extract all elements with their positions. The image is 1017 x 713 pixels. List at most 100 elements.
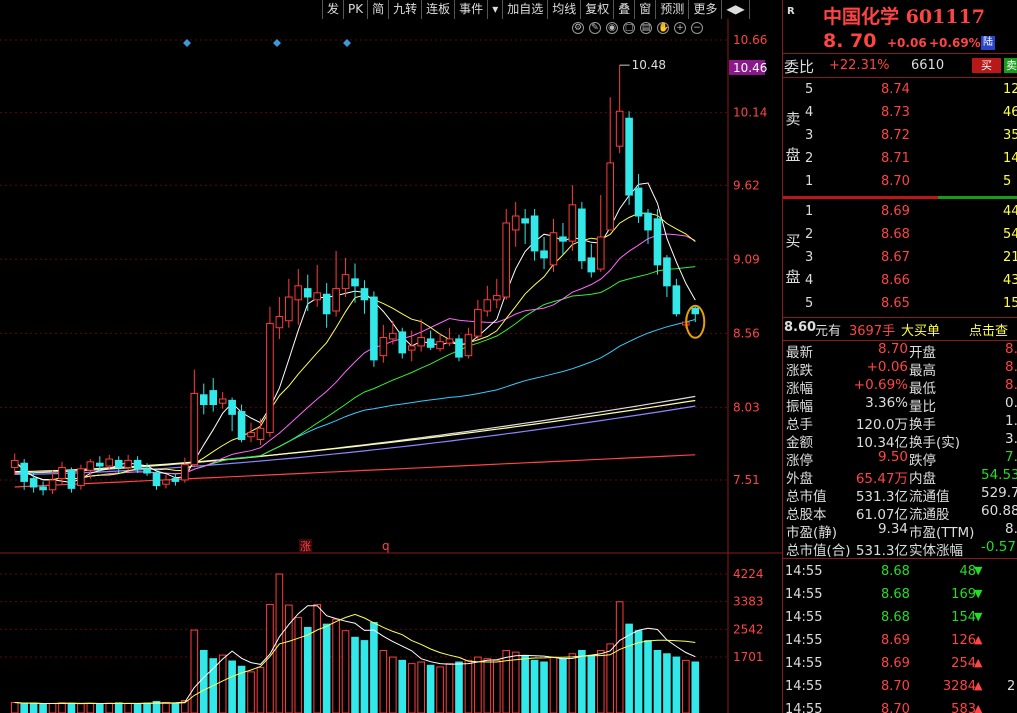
candle-body[interactable] — [303, 288, 312, 298]
pen-icon[interactable]: ✎ — [589, 22, 601, 34]
candle-body[interactable] — [10, 459, 19, 468]
candle-body[interactable] — [455, 338, 463, 358]
big-order-link[interactable]: 点击查 — [969, 320, 1008, 339]
toolbar-item[interactable]: ▾ — [487, 0, 502, 19]
candle-body[interactable] — [483, 299, 492, 312]
candle-body[interactable] — [114, 459, 123, 468]
bag-icon[interactable]: ▢ — [623, 22, 635, 34]
candle-body[interactable] — [29, 478, 38, 488]
candle-body[interactable] — [672, 285, 681, 315]
candle-body[interactable] — [398, 331, 407, 354]
exchange-badge[interactable]: 陆 — [981, 36, 995, 50]
zoom-out-icon[interactable]: − — [691, 22, 703, 34]
candle-body[interactable] — [218, 398, 227, 404]
toolbar-item[interactable]: 窗 — [634, 0, 655, 19]
candle-body[interactable] — [247, 432, 255, 438]
candle-body[interactable] — [124, 459, 132, 468]
candle-body[interactable] — [152, 472, 161, 487]
candle-body[interactable] — [578, 208, 586, 262]
candle-body[interactable] — [181, 464, 189, 481]
candle-body[interactable] — [58, 466, 66, 480]
toolbar-item[interactable]: PK — [343, 0, 367, 19]
calendar-icon[interactable]: ▤ — [640, 22, 652, 34]
candle-body[interactable] — [426, 338, 435, 348]
kline-chart-area[interactable]: 10.66 10.46 10.14 9.62 9.09 8.56 8.03 7.51 4224 3… — [0, 0, 782, 713]
candle-body[interactable] — [20, 462, 28, 482]
eye-icon[interactable]: ◉ — [606, 22, 618, 34]
toolbar-item[interactable]: 叠 — [613, 0, 634, 19]
candle-body[interactable] — [568, 204, 577, 242]
candle-body[interactable] — [559, 236, 567, 242]
zoom-in-icon[interactable]: + — [674, 22, 686, 34]
candle-body[interactable] — [322, 293, 331, 315]
candle-body[interactable] — [691, 307, 700, 315]
candle-body[interactable] — [199, 394, 208, 406]
candle-body[interactable] — [341, 274, 350, 290]
candle-body[interactable] — [445, 338, 454, 344]
candle-body[interactable] — [351, 278, 359, 287]
candle-body[interactable] — [389, 332, 397, 340]
candle-body[interactable] — [171, 478, 180, 482]
candle-body[interactable] — [492, 295, 501, 301]
candle-body[interactable] — [294, 285, 303, 301]
candle-body[interactable] — [266, 323, 274, 434]
candle-body[interactable] — [663, 257, 671, 287]
candle-body[interactable] — [530, 215, 539, 252]
candle-body[interactable] — [634, 187, 643, 217]
candle-body[interactable] — [209, 390, 218, 406]
toolbar-item[interactable]: ◀▶ — [721, 0, 750, 19]
candle-body[interactable] — [77, 468, 85, 487]
buy-button[interactable]: 买 — [972, 58, 1001, 73]
candle-body[interactable] — [625, 117, 633, 196]
candle-body[interactable] — [190, 392, 199, 466]
toolbar-item[interactable]: 均线 — [547, 0, 580, 19]
candle-body[interactable] — [417, 337, 425, 347]
candle-body[interactable] — [256, 427, 265, 440]
event-diamond-icon[interactable] — [183, 39, 191, 47]
kline-chart[interactable]: 10.66 10.46 10.14 9.62 9.09 8.56 8.03 7.51 4224 3… — [0, 0, 782, 713]
candle-body[interactable] — [133, 459, 142, 470]
candle-body[interactable] — [67, 469, 76, 489]
candle-body[interactable] — [105, 458, 114, 467]
candle-body[interactable] — [596, 236, 605, 270]
candle-body[interactable] — [502, 222, 511, 298]
toolbar-item[interactable]: 事件 — [454, 0, 487, 19]
toolbar-item[interactable]: 发 — [322, 0, 343, 19]
event-diamond-icon[interactable] — [343, 39, 351, 47]
toolbar-item[interactable]: 复权 — [580, 0, 613, 19]
candle-body[interactable] — [162, 479, 170, 485]
candle-body[interactable] — [407, 345, 416, 351]
candle-body[interactable] — [285, 296, 293, 322]
candle-body[interactable] — [332, 288, 340, 312]
sell-button[interactable]: 卖 — [1004, 58, 1017, 73]
candle-body[interactable] — [48, 479, 57, 491]
toolbar-item[interactable]: 九转 — [388, 0, 421, 19]
candle-body[interactable] — [587, 257, 596, 273]
event-marker[interactable]: 涨 — [300, 540, 311, 553]
toolbar-item[interactable]: 预测 — [655, 0, 688, 19]
settings-icon[interactable]: ⚙ — [572, 22, 584, 34]
hand-icon[interactable]: ✋ — [657, 22, 669, 34]
candle-body[interactable] — [436, 341, 444, 350]
candle-body[interactable] — [653, 218, 662, 266]
candle-body[interactable] — [360, 288, 369, 301]
candle-body[interactable] — [237, 411, 246, 440]
candle-body[interactable] — [275, 316, 284, 329]
candle-body[interactable] — [474, 309, 482, 337]
candle-body[interactable] — [143, 468, 151, 474]
event-diamond-icon[interactable] — [273, 39, 281, 47]
candle-body[interactable] — [521, 218, 529, 224]
candle-body[interactable] — [464, 334, 473, 357]
toolbar-item[interactable]: 连板 — [421, 0, 454, 19]
candle-body[interactable] — [39, 486, 47, 491]
toolbar-item[interactable]: 简 — [367, 0, 388, 19]
event-marker[interactable]: q — [382, 539, 390, 553]
candle-body[interactable] — [370, 296, 378, 361]
candle-body[interactable] — [313, 292, 322, 301]
candle-body[interactable] — [549, 232, 558, 266]
candle-body[interactable] — [95, 462, 104, 467]
candle-body[interactable] — [644, 212, 652, 231]
toolbar-item[interactable]: 加自选 — [502, 0, 547, 19]
candle-body[interactable] — [379, 337, 388, 357]
candle-body[interactable] — [228, 399, 236, 415]
